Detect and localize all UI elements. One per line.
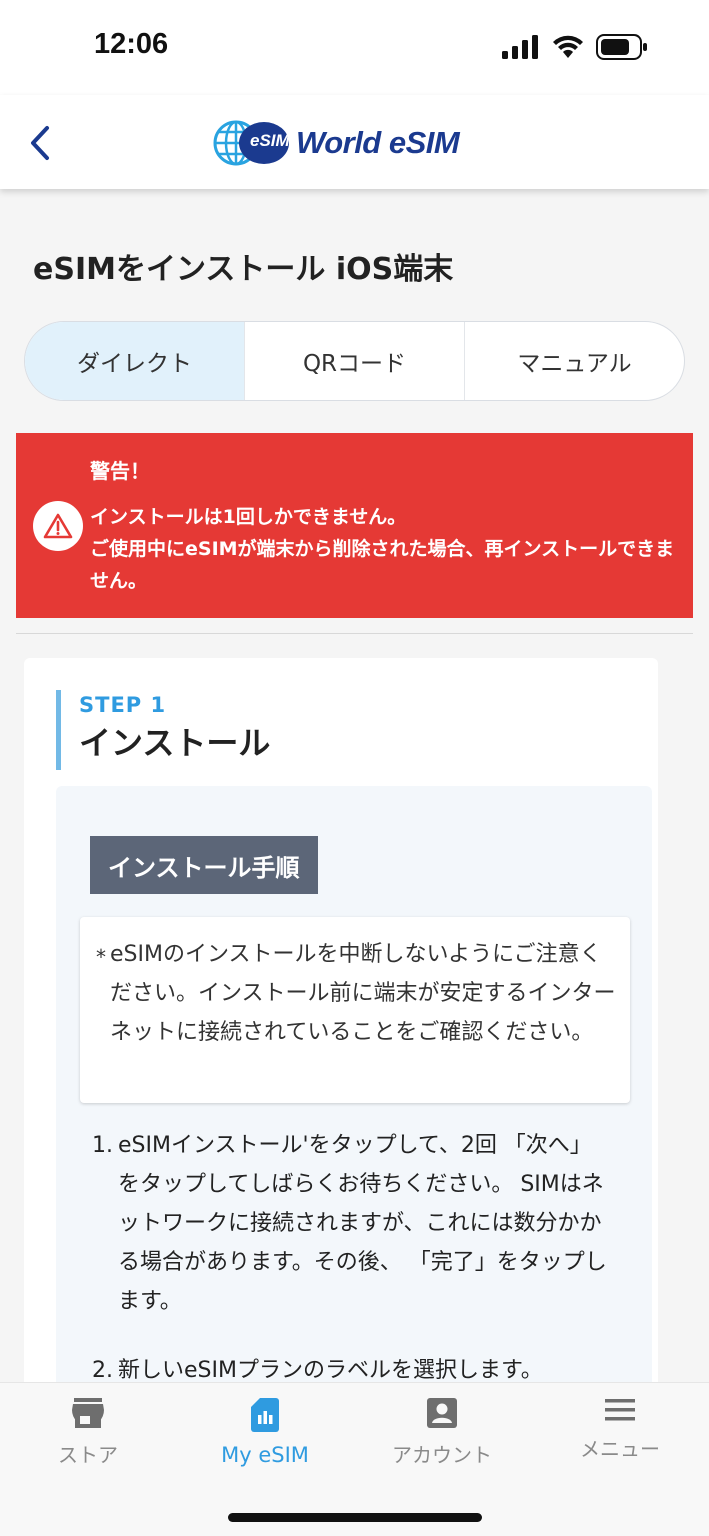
- nav-label: ストア: [58, 1443, 118, 1467]
- cellular-signal-icon: [502, 35, 538, 59]
- status-icons: [502, 34, 648, 60]
- nav-store[interactable]: ストア: [8, 1397, 168, 1468]
- list-item-text: eSIMインストール'をタップして、2回 「次へ」をタップしてしばらくお待ちくだ…: [118, 1133, 607, 1314]
- list-item-text: 新しいeSIMプランのラベルを選択します。: [118, 1358, 543, 1383]
- page-title: eSIMをインストール iOS端末: [33, 252, 454, 287]
- battery-icon: [596, 34, 647, 60]
- nav-menu[interactable]: メニュー: [540, 1397, 700, 1462]
- account-icon: [427, 1398, 457, 1428]
- install-method-tabs: ダイレクト QRコード マニュアル: [24, 321, 685, 401]
- warning-triangle-icon: [43, 513, 73, 539]
- app-header: eSIM World eSIM: [0, 95, 709, 189]
- step-label: STEP 1: [79, 693, 167, 717]
- step-card: STEP 1 インストール インストール手順 * eSIMのインストールを中断し…: [24, 658, 658, 1426]
- nav-account[interactable]: アカウント: [362, 1397, 522, 1468]
- home-indicator: [228, 1513, 482, 1522]
- step-header: STEP 1 インストール: [56, 690, 270, 770]
- nav-my-esim[interactable]: My eSIM: [185, 1397, 345, 1467]
- logo-text: World eSIM: [296, 125, 460, 160]
- nav-label: アカウント: [392, 1443, 492, 1467]
- back-button[interactable]: [20, 119, 60, 167]
- warning-line-2: ご使用中にeSIMが端末から削除された場合、再インストールできません。: [90, 538, 675, 592]
- store-icon: [72, 1398, 104, 1428]
- note-asterisk: *: [96, 945, 106, 969]
- tab-qr-code[interactable]: QRコード: [245, 322, 465, 400]
- list-item-number: 1.: [92, 1133, 113, 1158]
- logo: eSIM World eSIM: [212, 119, 460, 167]
- status-bar: 12:06: [0, 0, 709, 95]
- menu-icon: [605, 1399, 635, 1421]
- divider: [16, 633, 693, 634]
- tab-direct[interactable]: ダイレクト: [25, 322, 245, 400]
- warning-banner: 警告！ インストールは1回しかできません。 ご使用中にeSIMが端末から削除され…: [16, 433, 693, 618]
- nav-label: メニュー: [580, 1437, 660, 1461]
- nav-label: My eSIM: [221, 1443, 309, 1467]
- tab-manual[interactable]: マニュアル: [465, 322, 684, 400]
- note-text: eSIMのインストールを中断しないようにご注意ください。インストール前に端末が安…: [110, 942, 616, 1045]
- warning-title: 警告！: [90, 459, 150, 483]
- list-item: 1. eSIMインストール'をタップして、2回 「次へ」をタップしてしばらくお待…: [92, 1126, 612, 1321]
- chevron-left-icon: [31, 126, 49, 160]
- sim-card-icon: [251, 1398, 279, 1432]
- logo-badge-text: eSIM: [250, 131, 290, 150]
- install-procedure-box: インストール手順 * eSIMのインストールを中断しないようにご注意ください。イ…: [56, 786, 652, 1426]
- status-time: 12:06: [94, 28, 169, 60]
- step-title: インストール: [79, 724, 271, 762]
- procedure-badge: インストール手順: [90, 836, 318, 894]
- warning-icon-circle: [33, 501, 83, 551]
- warning-body: インストールは1回しかできません。 ご使用中にeSIMが端末から削除された場合、…: [90, 501, 690, 597]
- warning-line-1: インストールは1回しかできません。: [90, 506, 407, 528]
- wifi-icon: [553, 35, 583, 58]
- note-box: * eSIMのインストールを中断しないようにご注意ください。インストール前に端末…: [80, 917, 630, 1103]
- install-steps-list: 1. eSIMインストール'をタップして、2回 「次へ」をタップしてしばらくお待…: [92, 1126, 612, 1390]
